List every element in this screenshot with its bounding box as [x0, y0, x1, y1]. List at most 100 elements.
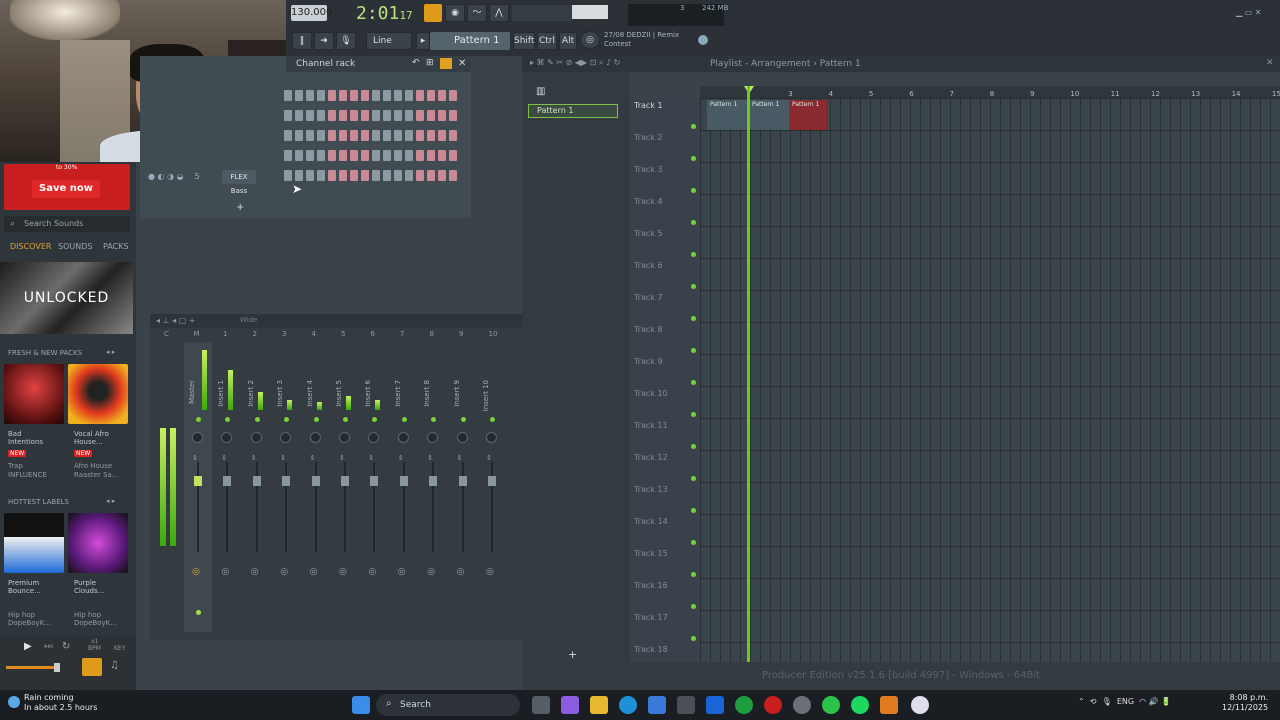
link-icon[interactable]: ◎ — [251, 567, 259, 577]
steam-icon[interactable] — [677, 696, 695, 714]
add-track-icon[interactable]: + — [568, 648, 577, 661]
track-label[interactable]: Track 13 — [634, 485, 668, 494]
track-label[interactable]: Track 14 — [634, 517, 668, 526]
volume-fader[interactable] — [399, 476, 408, 486]
link-icon[interactable]: ◎ — [192, 567, 200, 577]
step-button[interactable] — [361, 90, 369, 101]
step-button[interactable] — [317, 130, 325, 141]
link-icon[interactable]: ◎ — [310, 567, 318, 577]
step-button[interactable] — [284, 90, 292, 101]
close-icon[interactable]: ✕ — [458, 58, 466, 69]
pattern-selector[interactable]: Pattern 1 — [430, 32, 510, 50]
track-mute-led[interactable] — [691, 476, 696, 481]
step-button[interactable] — [438, 130, 446, 141]
route-arrows-icon[interactable]: ⇕ — [457, 454, 463, 462]
link-icon[interactable]: ◎ — [368, 567, 376, 577]
step-button[interactable] — [284, 130, 292, 141]
route-arrows-icon[interactable]: ⇕ — [398, 454, 404, 462]
route-arrows-icon[interactable]: ⇕ — [427, 454, 433, 462]
step-button[interactable] — [328, 90, 336, 101]
step-button[interactable] — [405, 130, 413, 141]
step-button[interactable] — [317, 150, 325, 161]
ctrl-button[interactable]: Ctrl — [537, 32, 557, 50]
step-button[interactable] — [427, 130, 435, 141]
track-led[interactable] — [401, 417, 407, 422]
taskbar-search[interactable]: Search — [376, 694, 520, 716]
system-tray[interactable]: ⌃ ⟲ 🎙 ENG ◠ 🔊 🔋 — [1078, 697, 1171, 706]
track-led[interactable] — [490, 417, 495, 422]
step-button[interactable] — [328, 170, 336, 181]
route-arrows-icon[interactable]: ⇕ — [368, 454, 374, 462]
track-label[interactable]: Track 11 — [634, 421, 668, 430]
pan-knob[interactable] — [368, 432, 380, 443]
step-button[interactable] — [284, 170, 292, 181]
edge-icon[interactable] — [619, 696, 637, 714]
step-button[interactable] — [416, 170, 424, 181]
link-icon[interactable]: ◎ — [339, 567, 347, 577]
pack-title[interactable]: Vocal Afro House... — [74, 430, 109, 446]
search-sounds-input[interactable]: Search Sounds — [4, 216, 130, 232]
volume-slider-handle[interactable] — [54, 663, 60, 672]
settings-icon[interactable] — [793, 696, 811, 714]
volume-fader[interactable] — [488, 476, 496, 486]
channel-name-button[interactable]: FLEX Bass — [222, 170, 256, 195]
step-button[interactable] — [394, 110, 402, 121]
volume-fader[interactable] — [458, 476, 467, 486]
picker-pattern-item[interactable]: Pattern 1 — [528, 104, 618, 118]
pan-knob[interactable] — [192, 432, 203, 443]
step-button[interactable] — [438, 90, 446, 101]
copilot-icon[interactable] — [561, 696, 579, 714]
tab-packs[interactable]: PACKS — [103, 242, 129, 251]
pan-knob[interactable] — [427, 432, 439, 443]
track-label[interactable]: Track 6 — [634, 261, 663, 270]
track-mute-led[interactable] — [691, 540, 696, 545]
channel-led-icon[interactable]: ● ◐ ◑ ◒ — [148, 172, 184, 181]
track-mute-led[interactable] — [691, 380, 696, 385]
opera-icon[interactable] — [764, 696, 782, 714]
step-button[interactable] — [350, 130, 358, 141]
volume-fader[interactable] — [370, 476, 379, 486]
step-button[interactable] — [449, 130, 457, 141]
weather-widget[interactable]: Rain coming In about 2.5 hours — [24, 693, 97, 713]
fl-studio-icon[interactable] — [880, 696, 898, 714]
weather-icon[interactable] — [8, 696, 20, 708]
save-now-button[interactable]: Save now — [32, 180, 100, 198]
step-button[interactable] — [438, 110, 446, 121]
volume-fader[interactable] — [429, 476, 438, 486]
step-button[interactable] — [317, 90, 325, 101]
pan-knob[interactable] — [250, 432, 262, 443]
step-button[interactable] — [295, 170, 303, 181]
track-led[interactable] — [431, 417, 437, 422]
play-icon[interactable]: ▶ — [24, 641, 32, 652]
track-mute-led[interactable] — [691, 572, 696, 577]
xbox-icon[interactable] — [735, 696, 753, 714]
pack-label[interactable]: INFLUENCE — [8, 471, 47, 479]
volume-fader[interactable] — [223, 476, 232, 486]
label-cover[interactable] — [4, 513, 64, 573]
volume-fader[interactable] — [341, 476, 349, 486]
step-button[interactable] — [383, 130, 391, 141]
playlist-tools-icon[interactable]: ▸ ⌘ ✎ ✂ ⊘ ◀▶ ⊡ ⌕ ♪ ↻ — [530, 58, 620, 68]
track-led[interactable] — [313, 417, 319, 422]
step-button[interactable] — [427, 170, 435, 181]
mixer-preset[interactable]: Wide — [240, 316, 257, 324]
visual-studio-icon[interactable] — [706, 696, 724, 714]
whatsapp-icon[interactable] — [822, 696, 840, 714]
step-button[interactable] — [295, 150, 303, 161]
snap-select[interactable]: Line — [366, 32, 412, 50]
playlist-grid[interactable] — [700, 98, 1280, 662]
track-label[interactable]: Track 3 — [634, 165, 663, 174]
track-mute-led[interactable] — [691, 284, 696, 289]
track-led[interactable] — [254, 417, 260, 422]
route-arrows-icon[interactable]: ⇕ — [339, 454, 345, 462]
arrow-icon[interactable]: ➜ — [314, 32, 334, 50]
track-label[interactable]: Track 4 — [634, 197, 663, 206]
pattern-clip[interactable]: Pattern 1 — [707, 100, 749, 130]
step-button[interactable] — [438, 150, 446, 161]
step-button[interactable] — [361, 170, 369, 181]
link-icon[interactable]: ◎ — [398, 567, 406, 577]
next-icon[interactable]: ⏭ — [44, 641, 53, 652]
step-button[interactable] — [339, 110, 347, 121]
step-button[interactable] — [317, 170, 325, 181]
step-button[interactable] — [350, 90, 358, 101]
